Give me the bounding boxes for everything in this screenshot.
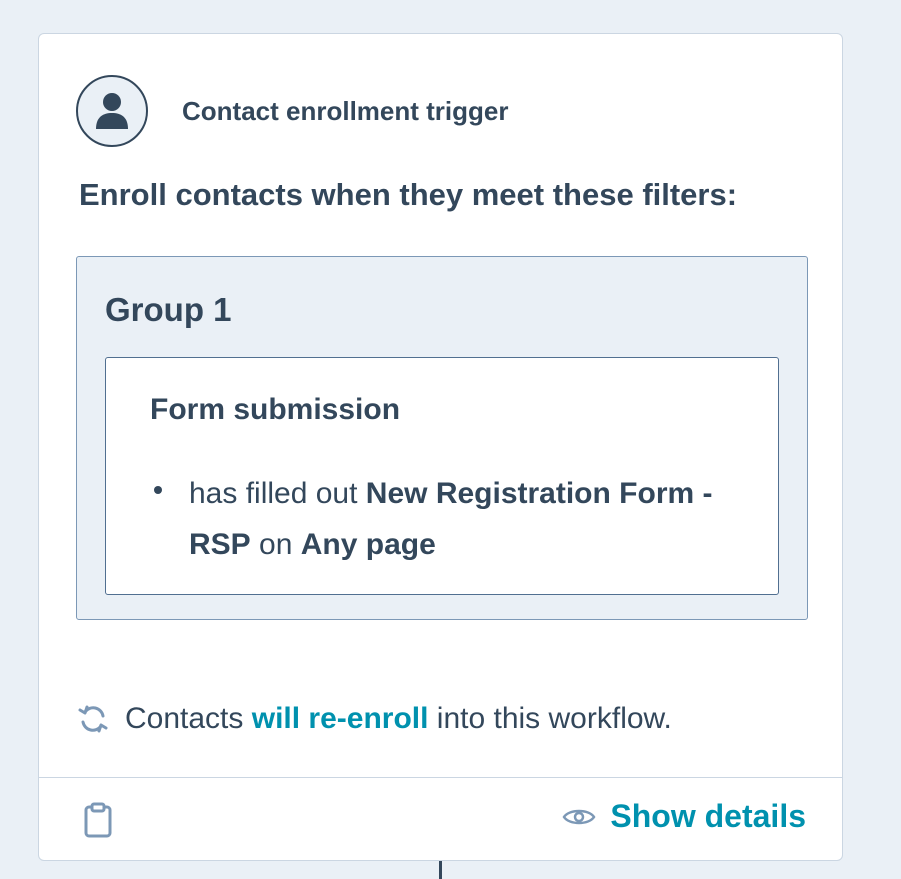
show-details-label: Show details [610,798,806,834]
enroll-heading: Enroll contacts when they meet these fil… [79,177,738,212]
filter-connector: on [259,528,293,561]
bullet-icon [154,486,162,494]
trigger-title: Contact enrollment trigger [182,95,509,126]
reenroll-note: Contacts will re-enroll into this workfl… [77,702,672,736]
clipboard-icon[interactable] [83,802,113,838]
filter-card[interactable]: Form submission has filled out New Regis… [105,357,779,595]
reenroll-prefix: Contacts [125,702,244,735]
card-footer: Show details [39,777,842,860]
filter-title: Form submission [150,393,401,426]
filter-page: Any page [300,528,436,561]
reenroll-suffix: into this workflow. [436,702,672,735]
show-details-button[interactable]: Show details [562,798,806,835]
contact-avatar-icon [76,75,148,147]
filter-prefix: has filled out [189,477,358,510]
refresh-icon [78,705,108,733]
eye-icon [562,809,596,824]
group-title: Group 1 [105,291,232,328]
enrollment-trigger-card[interactable]: Contact enrollment trigger Enroll contac… [38,33,843,861]
reenroll-link[interactable]: will re-enroll [252,702,429,736]
filter-description: has filled out New Registration Form - R… [189,468,749,570]
trigger-header: Contact enrollment trigger [76,75,508,147]
filter-group: Group 1 Form submission has filled out N… [76,256,808,620]
flow-connector-line [439,861,442,879]
